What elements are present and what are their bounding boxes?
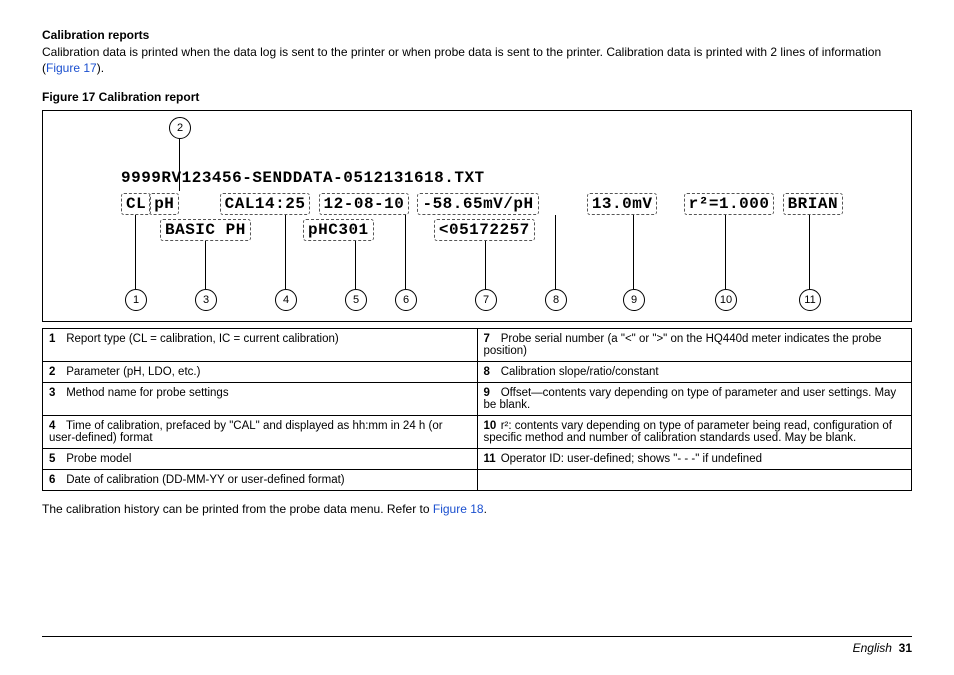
seg-operator: BRIAN	[783, 193, 844, 215]
leader-10	[725, 215, 726, 289]
leader-9	[633, 215, 634, 289]
legend-text-4: Time of calibration, prefaced by "CAL" a…	[49, 420, 443, 444]
leader-7	[485, 241, 486, 289]
callout-6: 6	[395, 289, 417, 311]
legend-text-1: Report type (CL = calibration, IC = curr…	[66, 333, 339, 345]
seg-model: pHC301	[303, 219, 374, 241]
data-line-1: CLpH CAL14:25 12-08-10 -58.65mV/pH 13.0m…	[121, 193, 843, 215]
callout-5: 5	[345, 289, 367, 311]
callout-8: 8	[545, 289, 567, 311]
intro-text-b: ).	[97, 61, 104, 75]
callout-3: 3	[195, 289, 217, 311]
after-text-b: .	[484, 502, 487, 516]
leader-1	[135, 215, 136, 289]
seg-report-type: CL	[121, 193, 151, 215]
callout-10: 10	[715, 289, 737, 311]
figure-17-link[interactable]: Figure 17	[46, 61, 97, 75]
footer-page-number: 31	[899, 641, 912, 655]
callout-4: 4	[275, 289, 297, 311]
seg-cal-date: 12-08-10	[319, 193, 410, 215]
seg-cal-time: CAL14:25	[220, 193, 311, 215]
legend-text-5: Probe model	[66, 453, 131, 465]
legend-text-3: Method name for probe settings	[66, 387, 228, 399]
legend-text-10: r²: contents vary depending on type of p…	[484, 420, 892, 444]
figure-caption: Figure 17 Calibration report	[42, 90, 912, 104]
seg-serial: <05172257	[434, 219, 535, 241]
figure-17: 2 9999RV123456-SENDDATA-0512131618.TXT C…	[42, 110, 912, 322]
data-line-2: BASIC PH pHC301 <05172257	[160, 219, 535, 241]
page-footer: English 31	[42, 636, 912, 655]
leader-11	[809, 215, 810, 289]
figure-18-link[interactable]: Figure 18	[433, 502, 484, 516]
filename-line: 9999RV123456-SENDDATA-0512131618.TXT	[121, 169, 485, 187]
legend-text-11: Operator ID: user-defined; shows "- - -"…	[501, 453, 762, 465]
callout-2: 2	[169, 117, 191, 139]
leader-5	[355, 241, 356, 289]
legend-num-2: 2	[49, 366, 63, 378]
leader-6	[405, 215, 406, 289]
legend-num-4: 4	[49, 420, 63, 432]
callout-11: 11	[799, 289, 821, 311]
seg-method: BASIC PH	[160, 219, 251, 241]
legend-text-8: Calibration slope/ratio/constant	[501, 366, 659, 378]
leader-8	[555, 215, 556, 289]
legend-text-7: Probe serial number (a "<" or ">" on the…	[484, 333, 882, 357]
legend-num-7: 7	[484, 333, 498, 345]
legend-num-9: 9	[484, 387, 498, 399]
legend-num-8: 8	[484, 366, 498, 378]
footer-language: English	[853, 641, 892, 655]
seg-parameter: pH	[149, 193, 179, 215]
legend-num-3: 3	[49, 387, 63, 399]
callout-1: 1	[125, 289, 147, 311]
seg-r2: r²=1.000	[684, 193, 775, 215]
legend-text-6: Date of calibration (DD-MM-YY or user-de…	[66, 474, 344, 486]
intro-paragraph: Calibration data is printed when the dat…	[42, 44, 912, 76]
leader-4	[285, 215, 286, 289]
legend-text-9: Offset—contents vary depending on type o…	[484, 387, 897, 411]
legend-table: 1 Report type (CL = calibration, IC = cu…	[42, 328, 912, 491]
intro-text-a: Calibration data is printed when the dat…	[42, 45, 881, 75]
section-title: Calibration reports	[42, 28, 912, 42]
after-text-a: The calibration history can be printed f…	[42, 502, 433, 516]
leader-3	[205, 241, 206, 289]
legend-num-11: 11	[484, 453, 498, 465]
seg-offset: 13.0mV	[587, 193, 658, 215]
legend-num-6: 6	[49, 474, 63, 486]
legend-num-10: 10	[484, 420, 498, 432]
callout-7: 7	[475, 289, 497, 311]
callout-9: 9	[623, 289, 645, 311]
legend-text-2: Parameter (pH, LDO, etc.)	[66, 366, 200, 378]
seg-slope: -58.65mV/pH	[417, 193, 538, 215]
after-paragraph: The calibration history can be printed f…	[42, 501, 912, 517]
legend-num-1: 1	[49, 333, 63, 345]
legend-num-5: 5	[49, 453, 63, 465]
